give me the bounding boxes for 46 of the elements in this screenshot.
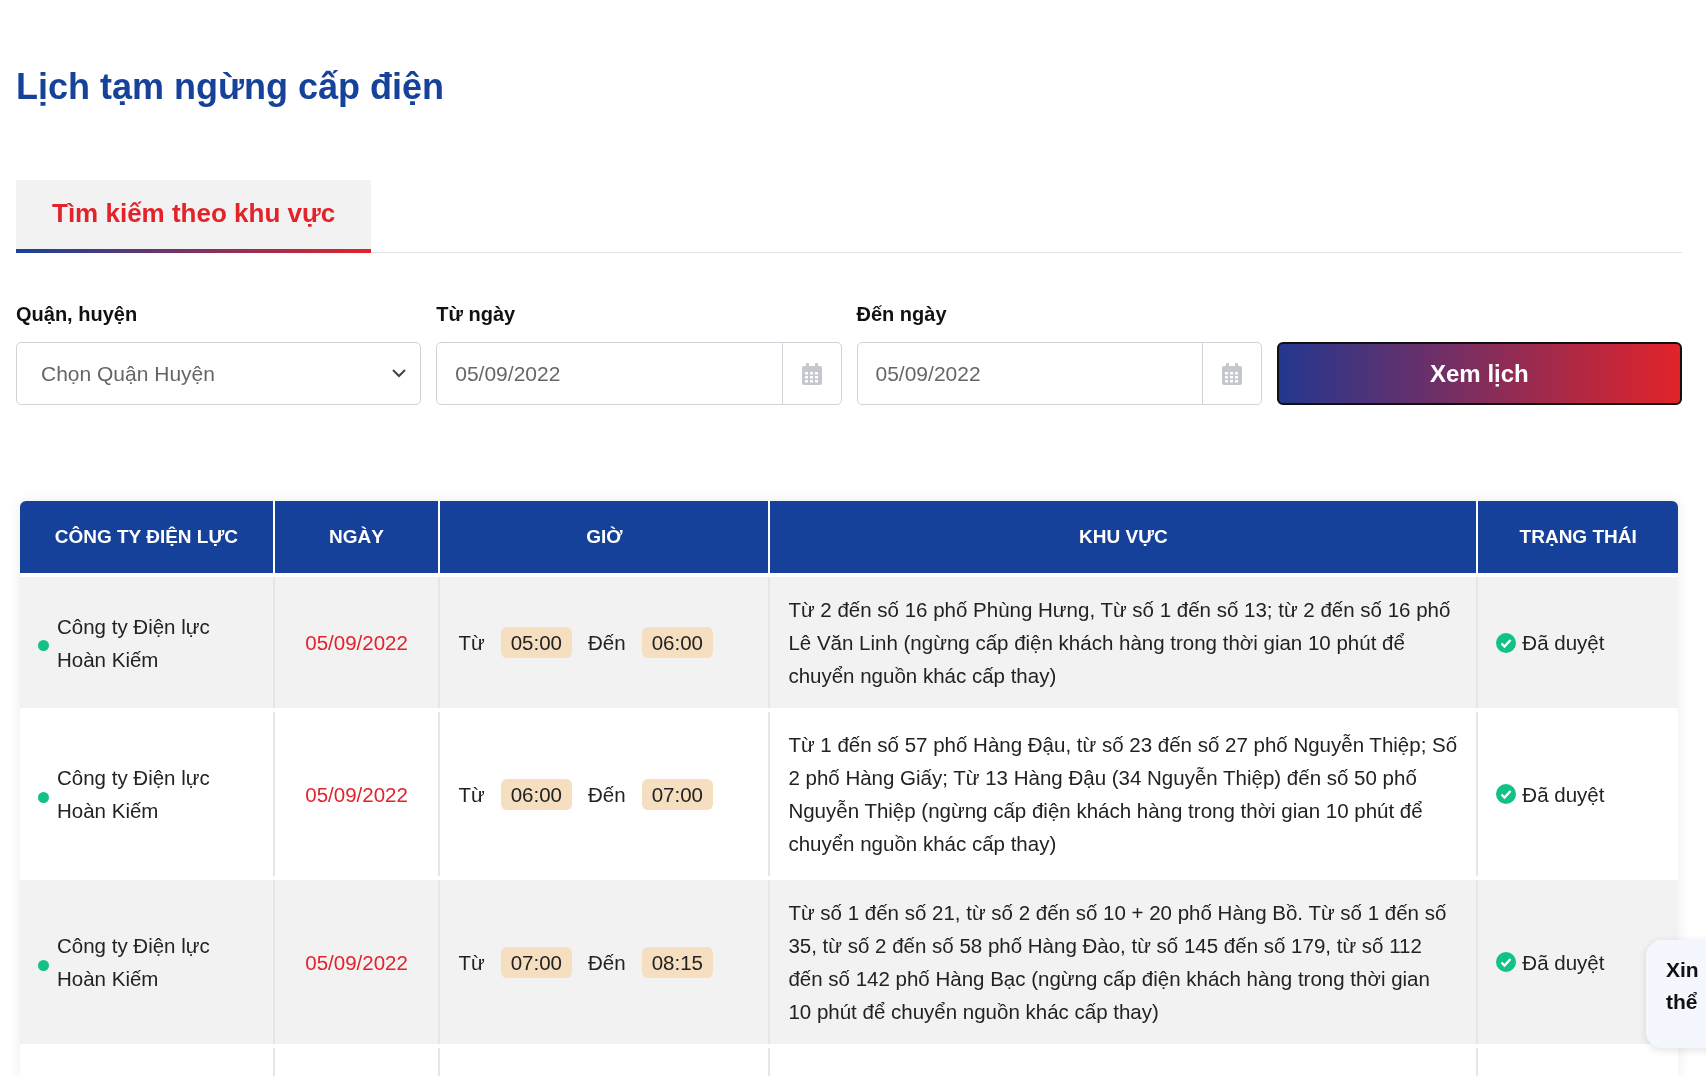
check-circle-icon: [1496, 952, 1517, 972]
column-header: KHU VỰC: [769, 501, 1478, 575]
area-cell: Từ số 1 đến số 21, từ số 2 đến số 10 + 20 phố Hàng Bồ. Từ số 1 đến số 35, từ số 2 đến số 58 phố Hàng Đào, từ số 145 đến số 179, từ số 112 đến số 142 phố Hàng Bạc (ngừng cấp điện khách hàng trong thời gian 10 phút để chuyển nguồn khác cấp thay): [788, 901, 1447, 1023]
time-badge: 07:00: [500, 946, 573, 978]
from-label: Từ: [458, 949, 485, 976]
area-cell: Từ 2 đến số 16 phố Phùng Hưng, Từ số 1 đến số 13; từ 2 đến số 16 phố Lê Văn Linh (ngừng cấp điện khách hàng trong thời gian 10 phút để chuyển nguồn khác cấp thay): [788, 598, 1451, 687]
date-cell-text: 05/09/2022: [304, 781, 409, 808]
area-cell: Từ 1 đến số 57 phố Hàng Đậu, từ số 23 đến số 27 phố Nguyễn Thiệp; Số 2 phố Hàng Giấy; Từ 13 Hàng Đậu (34 Nguyễn Thiệp) đến số 50 phố Nguyễn Thiệp (ngừng cấp điện khách hàng trong thời gian 10 phút để chuyển nguồn khác cấp thay): [788, 733, 1458, 855]
status-dot: [38, 640, 49, 651]
status-text: Đã duyệt: [1522, 949, 1605, 976]
chat-bubble-text: thể: [1666, 990, 1699, 1014]
time-badge: 06:00: [641, 627, 713, 658]
page-title: Lịch tạm ngừng cấp điện: [16, 66, 446, 108]
column-header: GIỜ: [439, 501, 770, 575]
company-cell-text: Công ty Điện lực Hoàn Kiếm: [57, 765, 211, 824]
to-label: Đến: [588, 781, 626, 808]
date-cell-text: 05/09/2022: [304, 630, 409, 656]
company-cell-text: Công ty Điện lực Hoàn Kiếm: [57, 613, 211, 673]
column-header: NGÀY: [273, 501, 440, 575]
chat-bubble[interactable]: Xin thể: [1646, 940, 1706, 1048]
time-badge: 06:00: [500, 778, 573, 810]
status-dot: [38, 959, 49, 971]
date-cell-text: 05/09/2022: [304, 949, 409, 976]
company-cell-text: Công ty Điện lực Hoàn Kiếm: [57, 933, 211, 992]
check-circle-icon: [1496, 784, 1517, 804]
time-badge: 08:15: [641, 946, 713, 978]
column-header: TRẠNG THÁI: [1477, 501, 1678, 575]
column-header: CÔNG TY ĐIỆN LỰC: [20, 501, 274, 575]
time-badge: 05:00: [500, 627, 573, 658]
tab[interactable]: Tìm kiếm theo khu vực: [16, 180, 372, 253]
district-select[interactable]: Chọn Quận Huyện: [16, 342, 422, 405]
chevron-down-icon: [392, 369, 407, 378]
check-circle-icon: [1496, 632, 1517, 653]
status-text: Đã duyệt: [1522, 630, 1605, 656]
field-label: Đến ngày: [856, 303, 948, 326]
status-dot: [38, 791, 49, 803]
time-badge: 07:00: [641, 778, 713, 810]
field-label: Từ ngày: [436, 303, 517, 326]
to-label: Đến: [588, 630, 626, 656]
from-label: Từ: [458, 781, 485, 808]
chat-bubble-text: Xin: [1666, 958, 1700, 982]
to-label: Đến: [588, 949, 626, 976]
from-label: Từ: [458, 630, 485, 656]
status-text: Đã duyệt: [1522, 781, 1605, 808]
field-label: Quận, huyện: [16, 303, 139, 326]
view-schedule-button[interactable]: Xem lịch: [1276, 342, 1682, 405]
